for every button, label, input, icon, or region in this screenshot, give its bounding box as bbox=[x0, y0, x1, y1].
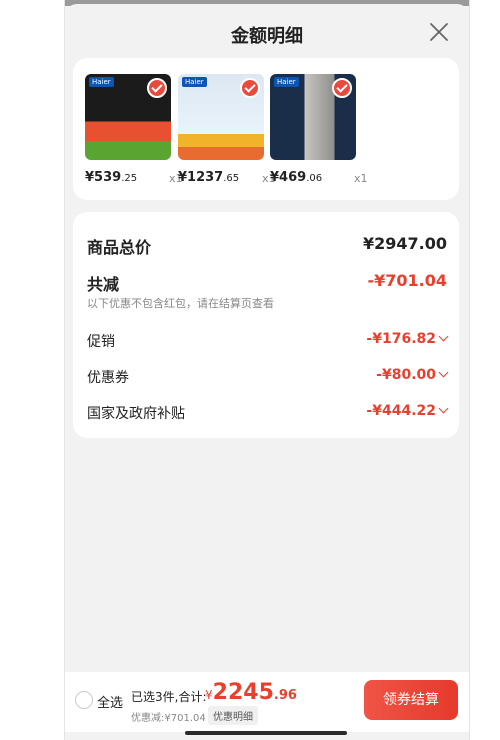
subsidy-value: -¥444.22 bbox=[366, 403, 449, 419]
goods-total-value: ¥2947.00 bbox=[362, 234, 447, 253]
reduction-label: 共减 bbox=[87, 275, 120, 294]
discount-detail-button[interactable]: 优惠明细 bbox=[208, 706, 258, 725]
product-list-card: Haier ¥539.25 x1 Haier ¥1237.65 x1 Haier… bbox=[73, 58, 459, 200]
subsidy-label: 国家及政府补贴 bbox=[87, 406, 185, 422]
brand-logo: Haier bbox=[182, 77, 207, 87]
promo-value: -¥176.82 bbox=[366, 331, 449, 347]
product-item[interactable]: Haier ¥539.25 x1 bbox=[85, 74, 183, 185]
product-price: ¥469.06 bbox=[270, 170, 323, 185]
chevron-down-icon bbox=[438, 331, 449, 342]
product-quantity: x1 bbox=[354, 172, 368, 185]
selected-count-text: 已选3件,合计: bbox=[131, 690, 207, 704]
product-price: ¥539.25 bbox=[85, 170, 138, 185]
select-all-radio[interactable] bbox=[75, 691, 93, 709]
product-item[interactable]: Haier ¥1237.65 x1 bbox=[178, 74, 276, 185]
close-icon[interactable] bbox=[427, 20, 451, 44]
selected-check-icon bbox=[240, 78, 260, 98]
home-indicator bbox=[185, 731, 347, 735]
checkout-bar: 全选 已选3件,合计: ¥2245.96 优惠减:¥701.04 优惠明细 领券… bbox=[65, 672, 469, 732]
total-price: ¥2245.96 bbox=[205, 680, 297, 705]
app-frame: 金额明细 Haier ¥539.25 x1 Haier ¥1237.65 x1 … bbox=[64, 0, 470, 740]
price-summary-card: 商品总价 ¥2947.00 共减 -¥701.04 以下优惠不包含红包，请在结算… bbox=[73, 212, 459, 438]
chevron-down-icon bbox=[438, 367, 449, 378]
coupon-label: 优惠券 bbox=[87, 370, 129, 386]
coupon-value: -¥80.00 bbox=[376, 367, 449, 383]
amount-detail-sheet: 金额明细 Haier ¥539.25 x1 Haier ¥1237.65 x1 … bbox=[65, 4, 469, 740]
selected-check-icon bbox=[332, 78, 352, 98]
product-price: ¥1237.65 bbox=[178, 170, 240, 185]
brand-logo: Haier bbox=[89, 77, 114, 87]
brand-logo: Haier bbox=[274, 77, 299, 87]
select-all-label[interactable]: 全选 bbox=[97, 692, 123, 711]
reduction-value: -¥701.04 bbox=[367, 271, 447, 290]
sheet-title: 金额明细 bbox=[231, 26, 303, 47]
checkout-button[interactable]: 领券结算 bbox=[364, 680, 458, 720]
goods-total-label: 商品总价 bbox=[87, 238, 152, 257]
product-thumbnail: Haier bbox=[270, 74, 356, 160]
product-item[interactable]: Haier ¥469.06 x1 bbox=[270, 74, 368, 185]
product-thumbnail: Haier bbox=[85, 74, 171, 160]
chevron-down-icon bbox=[438, 403, 449, 414]
discount-text: 优惠减:¥701.04 bbox=[131, 713, 206, 724]
selected-check-icon bbox=[147, 78, 167, 98]
product-thumbnail: Haier bbox=[178, 74, 264, 160]
promo-label: 促销 bbox=[87, 334, 115, 350]
reduction-note: 以下优惠不包含红包，请在结算页查看 bbox=[87, 297, 274, 310]
